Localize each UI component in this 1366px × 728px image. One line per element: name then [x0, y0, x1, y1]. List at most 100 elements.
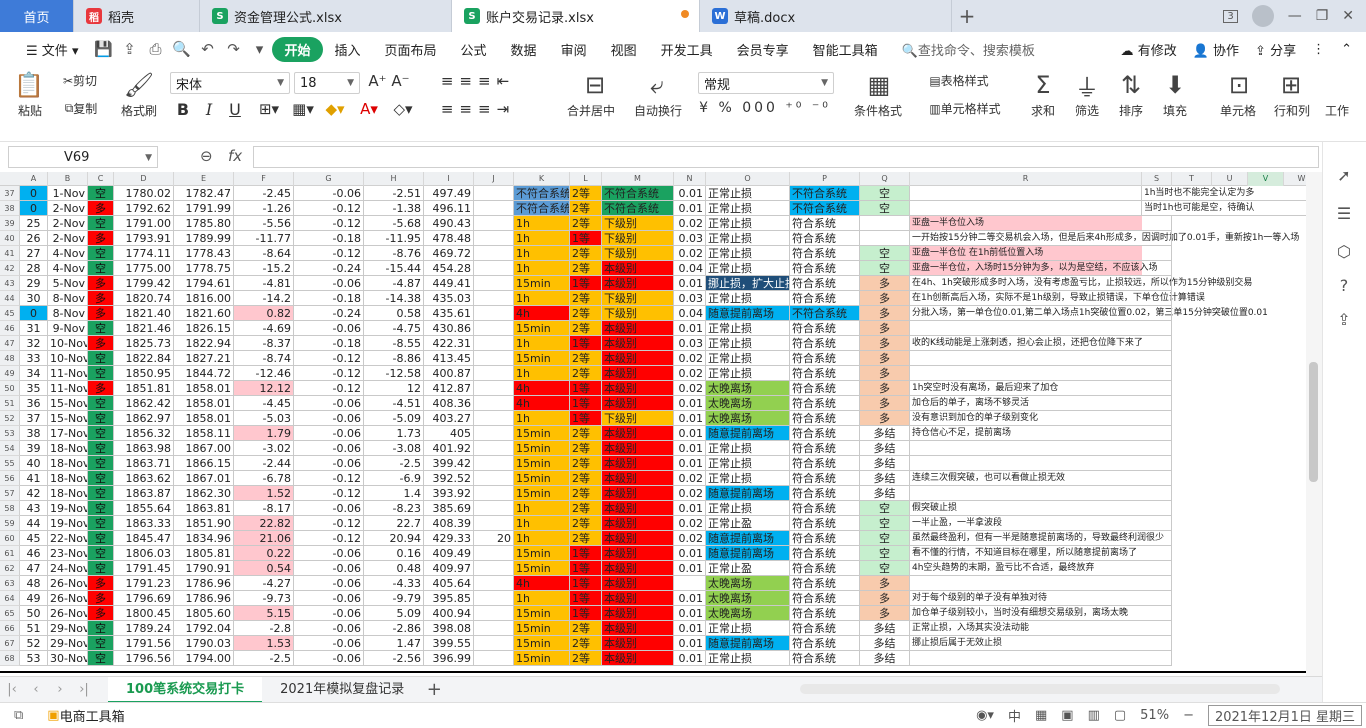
cell[interactable]: 空 [860, 546, 910, 561]
cell[interactable]: 1862.42 [114, 396, 174, 411]
cell[interactable]: 1867.01 [174, 471, 234, 486]
eraser-icon[interactable]: ◇▾ [388, 100, 418, 118]
cell[interactable]: -14.38 [364, 291, 424, 306]
column-header-F[interactable]: F [234, 172, 294, 186]
cell[interactable]: 0.48 [364, 561, 424, 576]
cell[interactable]: 1791.99 [174, 201, 234, 216]
cell[interactable] [1142, 276, 1172, 291]
cell[interactable]: 2等 [570, 486, 602, 501]
cell[interactable]: -2.51 [364, 186, 424, 201]
cell[interactable]: -0.12 [294, 216, 364, 231]
cell[interactable]: 1858.01 [174, 396, 234, 411]
cell[interactable]: 1等 [570, 591, 602, 606]
cell[interactable]: 0 [20, 186, 48, 201]
restore-icon[interactable]: ❐ [1316, 8, 1329, 24]
cell[interactable]: -0.06 [294, 591, 364, 606]
cell[interactable]: 392.52 [424, 471, 474, 486]
cell[interactable]: 1863.62 [114, 471, 174, 486]
cell[interactable]: 0.22 [234, 546, 294, 561]
cell[interactable]: 符合系统 [790, 276, 860, 291]
merge-center-button[interactable]: 合并居中 [560, 102, 622, 119]
cell[interactable]: 本级别 [602, 501, 674, 516]
fill-color-icon[interactable]: ◆▾ [320, 100, 350, 118]
cell[interactable]: 0.01 [674, 636, 706, 651]
cell[interactable]: 435.61 [424, 306, 474, 321]
ime-icon[interactable]: 中 [1008, 706, 1021, 725]
cell[interactable]: 正常止损 [706, 366, 790, 381]
share-button[interactable]: ⇪ 分享 [1255, 40, 1296, 59]
cell[interactable] [860, 216, 910, 231]
cell[interactable]: 60 [0, 531, 20, 546]
cell[interactable]: 随意提前离场 [706, 546, 790, 561]
cell[interactable]: 1等 [570, 576, 602, 591]
cell[interactable]: 连续三次假突破，也可以看做止损无效 [910, 471, 1142, 486]
cell[interactable] [474, 231, 514, 246]
underline-icon[interactable]: U [226, 100, 244, 119]
cell[interactable] [1142, 216, 1172, 231]
cell[interactable]: 1775.00 [114, 261, 174, 276]
cell[interactable]: 34 [20, 366, 48, 381]
name-box[interactable]: V69 ▼ [8, 146, 158, 168]
cell[interactable]: 11-Nov [48, 381, 88, 396]
cell[interactable]: 64 [0, 591, 20, 606]
cell[interactable] [474, 516, 514, 531]
cell[interactable]: 55 [0, 456, 20, 471]
cell[interactable]: 对于每个级别的单子没有单独对待 [910, 591, 1142, 606]
cell[interactable]: 1.52 [234, 486, 294, 501]
cell[interactable]: 398.08 [424, 621, 474, 636]
cell[interactable]: 符合系统 [790, 516, 860, 531]
cell[interactable]: -11.95 [364, 231, 424, 246]
collapse-ribbon-icon[interactable]: ⌃ [1341, 42, 1352, 57]
cell[interactable] [474, 486, 514, 501]
cell[interactable]: 48 [0, 351, 20, 366]
cell[interactable]: 21.06 [234, 531, 294, 546]
cell[interactable]: 符合系统 [790, 366, 860, 381]
cell[interactable]: 31 [20, 321, 48, 336]
cell[interactable]: 42 [0, 261, 20, 276]
cell[interactable]: 符合系统 [790, 486, 860, 501]
column-header-T[interactable]: T [1172, 172, 1212, 186]
menu-tab-3[interactable]: 公式 [449, 40, 499, 59]
cell[interactable]: 38 [0, 201, 20, 216]
cell[interactable]: 符合系统 [790, 576, 860, 591]
cell[interactable]: 1791.45 [114, 561, 174, 576]
cell[interactable]: 1821.46 [114, 321, 174, 336]
cell[interactable]: 408.39 [424, 516, 474, 531]
cell[interactable]: 430.86 [424, 321, 474, 336]
cell[interactable]: 本级别 [602, 456, 674, 471]
cell[interactable]: 空 [88, 651, 114, 666]
cell[interactable]: -4.81 [234, 276, 294, 291]
cell[interactable]: 符合系统 [790, 336, 860, 351]
more-icon[interactable]: ▾ [248, 38, 270, 60]
cell[interactable]: 1820.74 [114, 291, 174, 306]
cell[interactable]: -0.06 [294, 456, 364, 471]
cell[interactable]: -1.38 [364, 201, 424, 216]
close-icon[interactable]: ✕ [1342, 8, 1354, 24]
cell[interactable]: 1等 [570, 336, 602, 351]
cell[interactable] [1142, 246, 1172, 261]
cell[interactable]: 空 [860, 516, 910, 531]
cell[interactable]: 409.97 [424, 561, 474, 576]
cell[interactable]: 19-Nov [48, 516, 88, 531]
cell[interactable]: 1805.81 [174, 546, 234, 561]
cell[interactable]: 1856.32 [114, 426, 174, 441]
cell[interactable]: 1h [514, 336, 570, 351]
cell[interactable]: 1-Nov [48, 186, 88, 201]
cell[interactable] [910, 186, 1142, 201]
export-icon[interactable]: ⇪ [118, 38, 140, 60]
cell[interactable]: 多 [88, 591, 114, 606]
cell[interactable]: 54 [0, 441, 20, 456]
cell[interactable]: 本级别 [602, 546, 674, 561]
cell[interactable] [474, 411, 514, 426]
align-vertical-icons[interactable]: ≡≡≡⇤ [428, 72, 528, 90]
cell[interactable]: -12.58 [364, 366, 424, 381]
cell[interactable]: 449.41 [424, 276, 474, 291]
ecommerce-toolbox-button[interactable]: ▣ 电商工具箱 [47, 706, 124, 725]
cell[interactable]: 38 [20, 426, 48, 441]
cell[interactable] [474, 606, 514, 621]
cell[interactable]: 4h [514, 396, 570, 411]
cell[interactable]: 15min [514, 471, 570, 486]
zoom-out-icon[interactable]: − [1183, 708, 1194, 723]
window-count-badge[interactable]: 3 [1223, 9, 1238, 23]
cell[interactable]: 看不懂的行情，不知道目标在哪里，所以随意提前离场了 [910, 546, 1142, 561]
